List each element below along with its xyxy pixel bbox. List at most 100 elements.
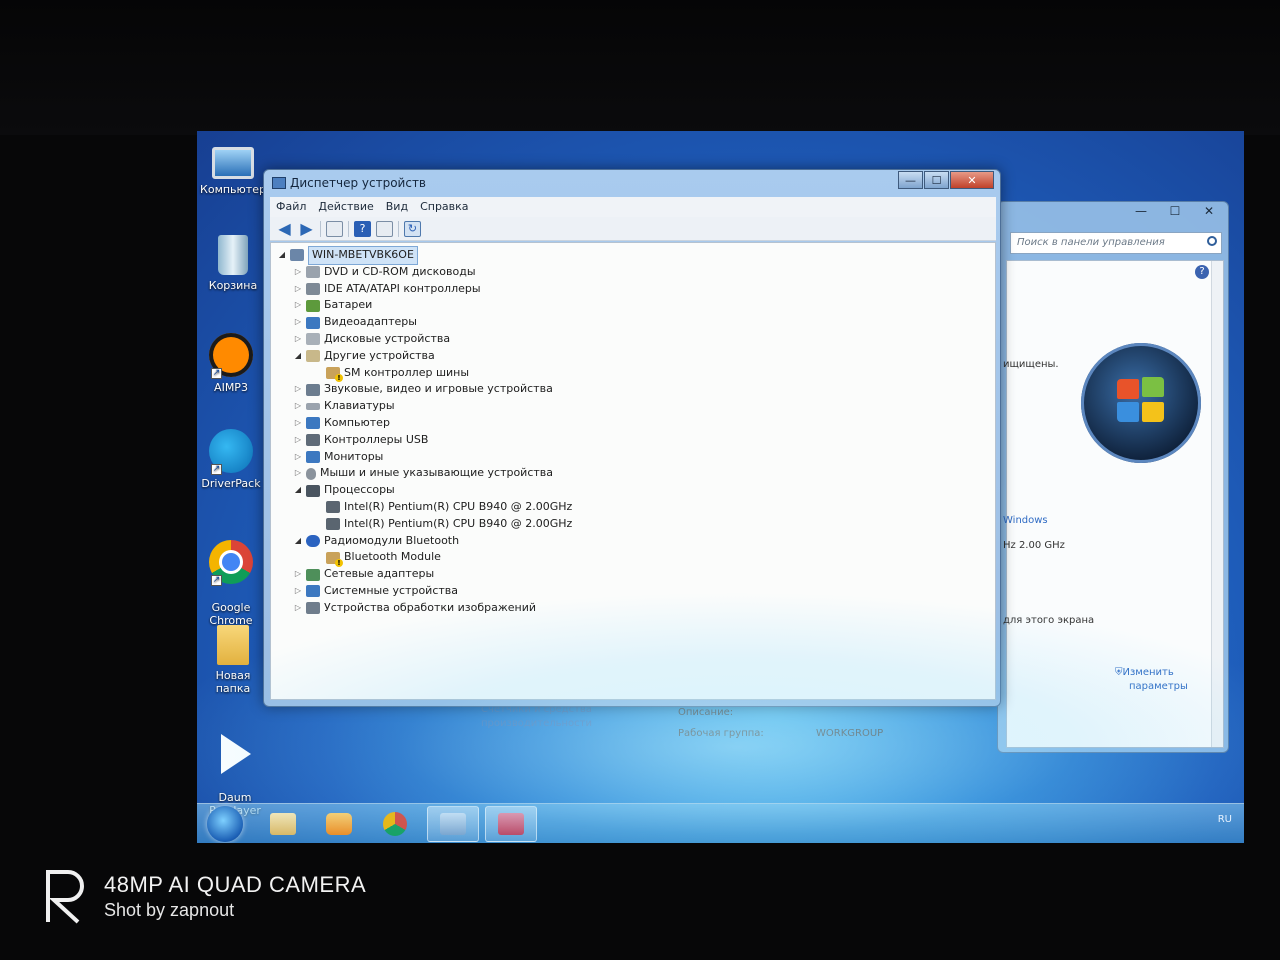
expand-arrow-icon[interactable]: ▷ xyxy=(293,583,303,600)
menu-action[interactable]: Действие xyxy=(312,197,379,217)
monitor-icon xyxy=(306,450,320,463)
desktop-icon-chrome[interactable]: ↗ Google Chrome xyxy=(197,527,267,627)
tree-node-label: Видеоадаптеры xyxy=(324,315,417,329)
desktop-icon-aimp[interactable]: ↗ AIMP3 xyxy=(197,333,267,394)
network-adapter-icon xyxy=(306,568,320,581)
desktop-icon-driverpack[interactable]: ↗ DriverPack xyxy=(197,429,267,490)
taskbar-chrome[interactable] xyxy=(369,806,421,842)
chrome-icon: ↗ xyxy=(209,540,253,586)
taskbar-media-player[interactable] xyxy=(313,806,365,842)
tree-leaf-bluetooth-module[interactable]: Bluetooth Module xyxy=(277,549,572,567)
desktop-icon-label: Google Chrome xyxy=(209,601,253,627)
tree-node-disk-drives[interactable]: ▷ Дисковые устройства xyxy=(277,331,572,348)
expand-arrow-icon[interactable]: ▷ xyxy=(293,264,303,281)
expand-arrow-icon[interactable]: ▷ xyxy=(293,600,303,617)
change-settings-link[interactable]: ⛨Изменить xyxy=(1115,667,1174,678)
start-button[interactable] xyxy=(207,806,243,842)
expand-arrow-icon[interactable]: ▷ xyxy=(293,381,303,398)
tree-root[interactable]: ◢ WIN-MBETVBK6OE xyxy=(277,246,572,265)
device-manager-window[interactable]: Диспетчер устройств — ☐ ✕ Файл Действие … xyxy=(263,169,1001,707)
expand-arrow-icon[interactable]: ▷ xyxy=(293,449,303,466)
help-icon[interactable]: ? xyxy=(1195,265,1209,279)
collapse-arrow-icon[interactable]: ◢ xyxy=(293,533,303,550)
collapse-arrow-icon[interactable]: ◢ xyxy=(277,247,287,264)
tree-leaf-cpu[interactable]: Intel(R) Pentium(R) CPU B940 @ 2.00GHz xyxy=(277,499,572,516)
tree-node-dvd[interactable]: ▷ DVD и CD-ROM дисководы xyxy=(277,264,572,281)
scan-hardware-icon[interactable]: ↻ xyxy=(404,220,421,237)
description-label: Описание: xyxy=(678,707,734,718)
bluetooth-icon xyxy=(306,534,320,547)
tree-leaf-cpu[interactable]: Intel(R) Pentium(R) CPU B940 @ 2.00GHz xyxy=(277,516,572,533)
maximize-button[interactable]: ☐ xyxy=(924,171,949,189)
expand-arrow-icon[interactable]: ▷ xyxy=(293,432,303,449)
tree-node-label: Радиомодули Bluetooth xyxy=(324,533,460,547)
expand-arrow-icon[interactable]: ▷ xyxy=(293,314,303,331)
folder-icon xyxy=(270,813,296,835)
expand-arrow-icon[interactable]: ▷ xyxy=(293,331,303,348)
back-arrow-icon[interactable]: ◀ xyxy=(276,219,293,238)
change-settings-link-line-2[interactable]: параметры xyxy=(1129,681,1188,692)
tree-node-keyboards[interactable]: ▷ Клавиатуры xyxy=(277,398,572,415)
tree-node-mice[interactable]: ▷ Мыши и иные указывающие устройства xyxy=(277,465,572,482)
tree-node-ide[interactable]: ▷ IDE ATA/ATAPI контроллеры xyxy=(277,281,572,298)
language-indicator[interactable]: RU xyxy=(1218,814,1232,825)
maximize-icon[interactable]: ☐ xyxy=(1162,204,1188,218)
menu-view[interactable]: Вид xyxy=(380,197,414,217)
tree-node-processors[interactable]: ◢ Процессоры xyxy=(277,482,572,499)
forward-arrow-icon[interactable]: ▶ xyxy=(298,219,315,238)
shortcut-arrow-icon: ↗ xyxy=(211,368,222,379)
window-caption-buttons: — ☐ ✕ xyxy=(898,171,994,189)
tree-leaf-sm-bus-controller[interactable]: SM контроллер шины xyxy=(277,365,572,382)
desktop-icon-computer[interactable]: Компьютер xyxy=(197,141,269,196)
device-manager-icon xyxy=(440,813,466,835)
protected-text: ищищены. xyxy=(1003,359,1059,370)
tree-node-label: Мыши и иные указывающие устройства xyxy=(320,466,554,480)
close-icon[interactable]: ✕ xyxy=(1196,204,1222,218)
menu-help[interactable]: Справка xyxy=(414,197,474,217)
tree-node-monitors[interactable]: ▷ Мониторы xyxy=(277,449,572,466)
windows-link[interactable]: Windows xyxy=(1003,515,1048,526)
menu-file[interactable]: Файл xyxy=(270,197,312,217)
tree-node-computer[interactable]: ▷ Компьютер xyxy=(277,415,572,432)
desktop-icon-new-folder[interactable]: Новая папка xyxy=(197,625,269,695)
expand-arrow-icon[interactable]: ▷ xyxy=(293,465,303,482)
toolbar-separator xyxy=(398,220,399,237)
tree-node-other-devices[interactable]: ◢ Другие устройства xyxy=(277,348,572,365)
control-panel-search-input[interactable]: Поиск в панели управления xyxy=(1010,232,1222,254)
tree-node-label: Мониторы xyxy=(324,449,384,463)
tree-node-sound[interactable]: ▷ Звуковые, видео и игровые устройства xyxy=(277,381,572,398)
control-panel-scrollbar[interactable] xyxy=(1211,261,1223,747)
driverpack-icon: ↗ xyxy=(209,429,253,475)
help-icon[interactable]: ? xyxy=(354,220,371,237)
tree-node-bluetooth[interactable]: ◢ Радиомодули Bluetooth xyxy=(277,533,572,550)
properties-icon[interactable] xyxy=(326,220,343,237)
taskbar-explorer[interactable] xyxy=(257,806,309,842)
collapse-arrow-icon[interactable]: ◢ xyxy=(293,482,303,499)
tree-node-usb[interactable]: ▷ Контроллеры USB xyxy=(277,432,572,449)
expand-arrow-icon[interactable]: ▷ xyxy=(293,566,303,583)
minimize-button[interactable]: — xyxy=(898,171,923,189)
view-icon[interactable] xyxy=(376,220,393,237)
close-button[interactable]: ✕ xyxy=(950,171,994,189)
tree-node-imaging-devices[interactable]: ▷ Устройства обработки изображений xyxy=(277,600,572,617)
expand-arrow-icon[interactable]: ▷ xyxy=(293,415,303,432)
taskbar-device-manager[interactable] xyxy=(427,806,479,842)
taskbar-toolbox[interactable] xyxy=(485,806,537,842)
tree-node-batteries[interactable]: ▷ Батареи xyxy=(277,297,572,314)
tree-node-system-devices[interactable]: ▷ Системные устройства xyxy=(277,583,572,600)
expand-arrow-icon[interactable]: ▷ xyxy=(293,398,303,415)
expand-arrow-icon[interactable]: ▷ xyxy=(293,281,303,298)
minimize-icon[interactable]: — xyxy=(1128,204,1154,218)
recycle-bin-icon xyxy=(218,235,248,275)
windows-logo-icon xyxy=(1081,343,1201,463)
tree-node-display-adapters[interactable]: ▷ Видеоадаптеры xyxy=(277,314,572,331)
computer-icon xyxy=(290,249,304,262)
tree-node-network-adapters[interactable]: ▷ Сетевые адаптеры xyxy=(277,566,572,583)
tree-node-label: Компьютер xyxy=(324,415,390,429)
control-panel-window[interactable]: — ☐ ✕ Поиск в панели управления ? ищищен… xyxy=(997,201,1229,753)
collapse-arrow-icon[interactable]: ◢ xyxy=(293,348,303,365)
performance-link-line-2[interactable]: производительности xyxy=(481,718,592,729)
desktop-icon-recycle-bin[interactable]: Корзина xyxy=(197,235,269,292)
expand-arrow-icon[interactable]: ▷ xyxy=(293,297,303,314)
screen-text: для этого экрана xyxy=(1003,615,1095,626)
